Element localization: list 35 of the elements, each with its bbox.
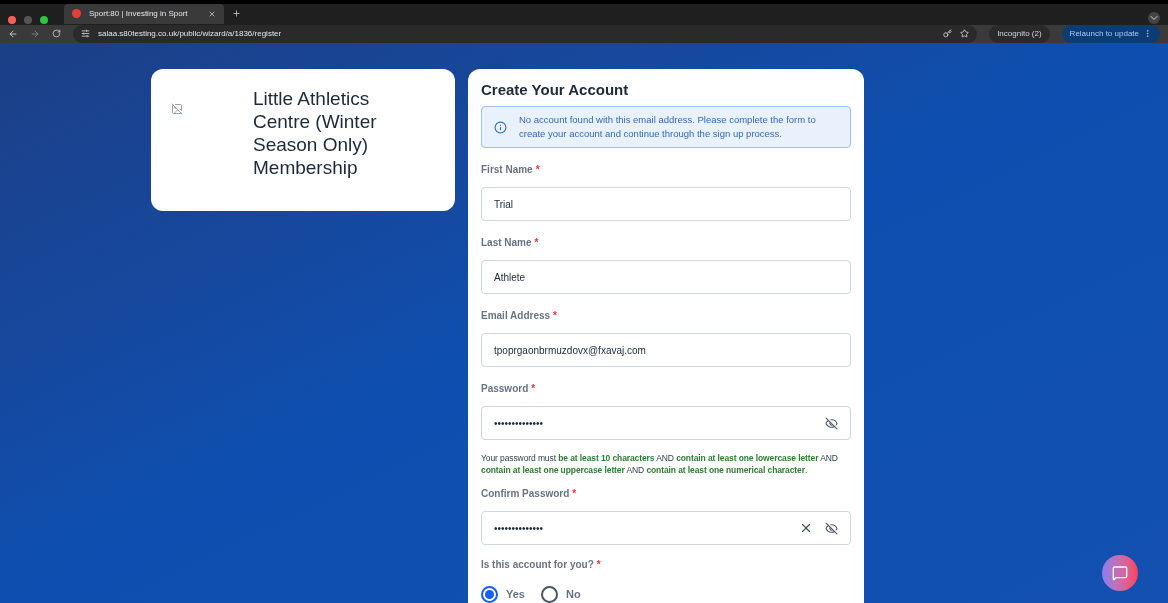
broken-image-icon — [171, 102, 183, 115]
info-icon — [494, 120, 507, 134]
radio-option[interactable]: Yes — [481, 586, 525, 603]
eye-slash-icon[interactable] — [825, 416, 838, 430]
product-title: Little Athletics Centre (Winter Season Only) Membership — [253, 86, 378, 180]
input-field[interactable]: Athlete — [481, 260, 851, 294]
star-icon[interactable] — [960, 29, 970, 38]
key-icon[interactable] — [943, 29, 953, 38]
browser-tab[interactable]: Sport:80 | Investing in Sport — [64, 3, 224, 24]
eye-slash-icon[interactable] — [825, 521, 838, 535]
help-icon — [1112, 565, 1128, 581]
field-label: Confirm Password * — [481, 487, 578, 501]
form-title: Create Your Account — [481, 79, 630, 100]
notice-text: No account found with this email address. Please complete the form to create your account and continue through the sign up process. — [519, 113, 817, 141]
help-chat-button[interactable] — [1102, 555, 1138, 591]
new-tab-icon[interactable] — [231, 8, 241, 18]
reload-icon[interactable] — [52, 29, 61, 38]
password-field[interactable]: •••••••••••••• — [481, 406, 851, 440]
field-label: Password * — [481, 382, 537, 396]
input-field[interactable]: tpoprgaonbrmuzdovx@fxavaj.com — [481, 333, 851, 367]
menu-icon[interactable] — [1143, 29, 1152, 38]
chevron-down-icon[interactable] — [1148, 11, 1160, 24]
input-field[interactable]: Trial — [481, 187, 851, 221]
password-requirements: Your password must be at least 10 characters AND contain at least one lowercase letter AND contain at least one uppercase letter AND contain at least one numerical character. — [481, 452, 839, 476]
back-icon[interactable] — [8, 28, 18, 39]
clear-icon[interactable] — [799, 521, 813, 535]
close-icon[interactable] — [207, 9, 216, 18]
field-label: First Name * — [481, 163, 541, 177]
password-field[interactable]: •••••••••••••• — [481, 511, 851, 545]
field-label: Is this account for you? * — [481, 558, 602, 572]
site-settings-icon — [81, 29, 90, 38]
radio-option[interactable]: No — [540, 586, 581, 603]
field-label: Last Name * — [481, 236, 540, 250]
field-label: Email Address * — [481, 309, 558, 323]
site-favicon-icon — [72, 9, 81, 18]
